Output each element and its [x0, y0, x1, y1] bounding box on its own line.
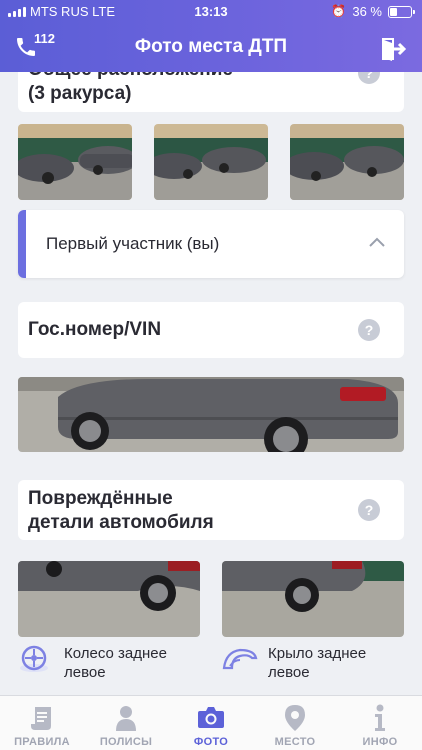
tab-policies-label: ПОЛИСЫ — [99, 736, 153, 748]
exit-icon — [382, 38, 407, 61]
part-caption-fender: Крыло заднее левое — [268, 645, 367, 681]
fender-icon — [222, 648, 258, 670]
damaged-section-card: Повреждённые детали автомобиля ? — [18, 480, 404, 540]
participant-accent-bar — [18, 210, 26, 278]
tab-bar: ПРАВИЛА ПОЛИСЫ ФОТО МЕСТО ИНФО — [0, 695, 422, 750]
damaged-photo-wheel[interactable] — [18, 561, 200, 637]
plate-section-card: Гос.номер/VIN ? — [18, 302, 404, 358]
plate-help-icon[interactable]: ? — [358, 319, 380, 341]
tab-place-label: МЕСТО — [274, 736, 316, 748]
battery-icon — [388, 6, 415, 18]
overall-section-title: Общее расположение (3 ракурса) — [28, 72, 233, 104]
photo-content[interactable]: Общее расположение (3 ракурса) ? — [0, 72, 422, 695]
tab-policies[interactable]: ПОЛИСЫ — [84, 696, 168, 750]
damaged-section-title: Повреждённые детали автомобиля — [28, 488, 214, 533]
page-title: Фото места ДТП — [134, 36, 288, 57]
chevron-up-icon — [369, 237, 385, 247]
plate-section-title: Гос.номер/VIN — [28, 319, 162, 340]
part-caption-wheel: Колесо заднее левое — [64, 645, 167, 681]
overview-photo-3[interactable] — [290, 124, 404, 200]
damaged-photo-fender[interactable] — [222, 561, 404, 637]
tab-rules[interactable]: ПРАВИЛА — [0, 696, 84, 750]
damaged-help-icon[interactable]: ? — [358, 499, 380, 521]
alarm-icon: ⏰ — [331, 4, 346, 18]
participant-label: Первый участник (вы) — [46, 234, 220, 253]
camera-icon — [198, 707, 224, 728]
app-header: MTS RUS LTE 13:13 ⏰ 36 % 112 Фото места … — [0, 0, 422, 72]
wheel-icon — [20, 645, 48, 672]
tab-info[interactable]: ИНФО — [338, 696, 422, 750]
tab-info-label: ИНФО — [362, 736, 398, 748]
info-icon — [375, 704, 385, 731]
tab-place[interactable]: МЕСТО — [253, 696, 337, 750]
battery-percent: 36 % — [352, 4, 382, 19]
tab-rules-label: ПРАВИЛА — [14, 736, 70, 748]
plate-photo[interactable] — [18, 377, 404, 452]
overall-help-icon[interactable]: ? — [358, 72, 380, 84]
tab-photo[interactable]: ФОТО — [169, 696, 253, 750]
logout-button[interactable] — [380, 36, 407, 62]
overall-section-card: Общее расположение (3 ракурса) ? — [18, 72, 404, 112]
tab-photo-label: ФОТО — [193, 736, 229, 748]
participant-selector[interactable]: Первый участник (вы) — [18, 210, 404, 278]
location-pin-icon — [285, 705, 305, 731]
person-icon — [116, 706, 136, 731]
overview-photo-2[interactable] — [154, 124, 268, 200]
scroll-icon — [31, 707, 51, 730]
status-bar: MTS RUS LTE 13:13 ⏰ 36 % — [0, 0, 422, 24]
overview-photo-1[interactable] — [18, 124, 132, 200]
